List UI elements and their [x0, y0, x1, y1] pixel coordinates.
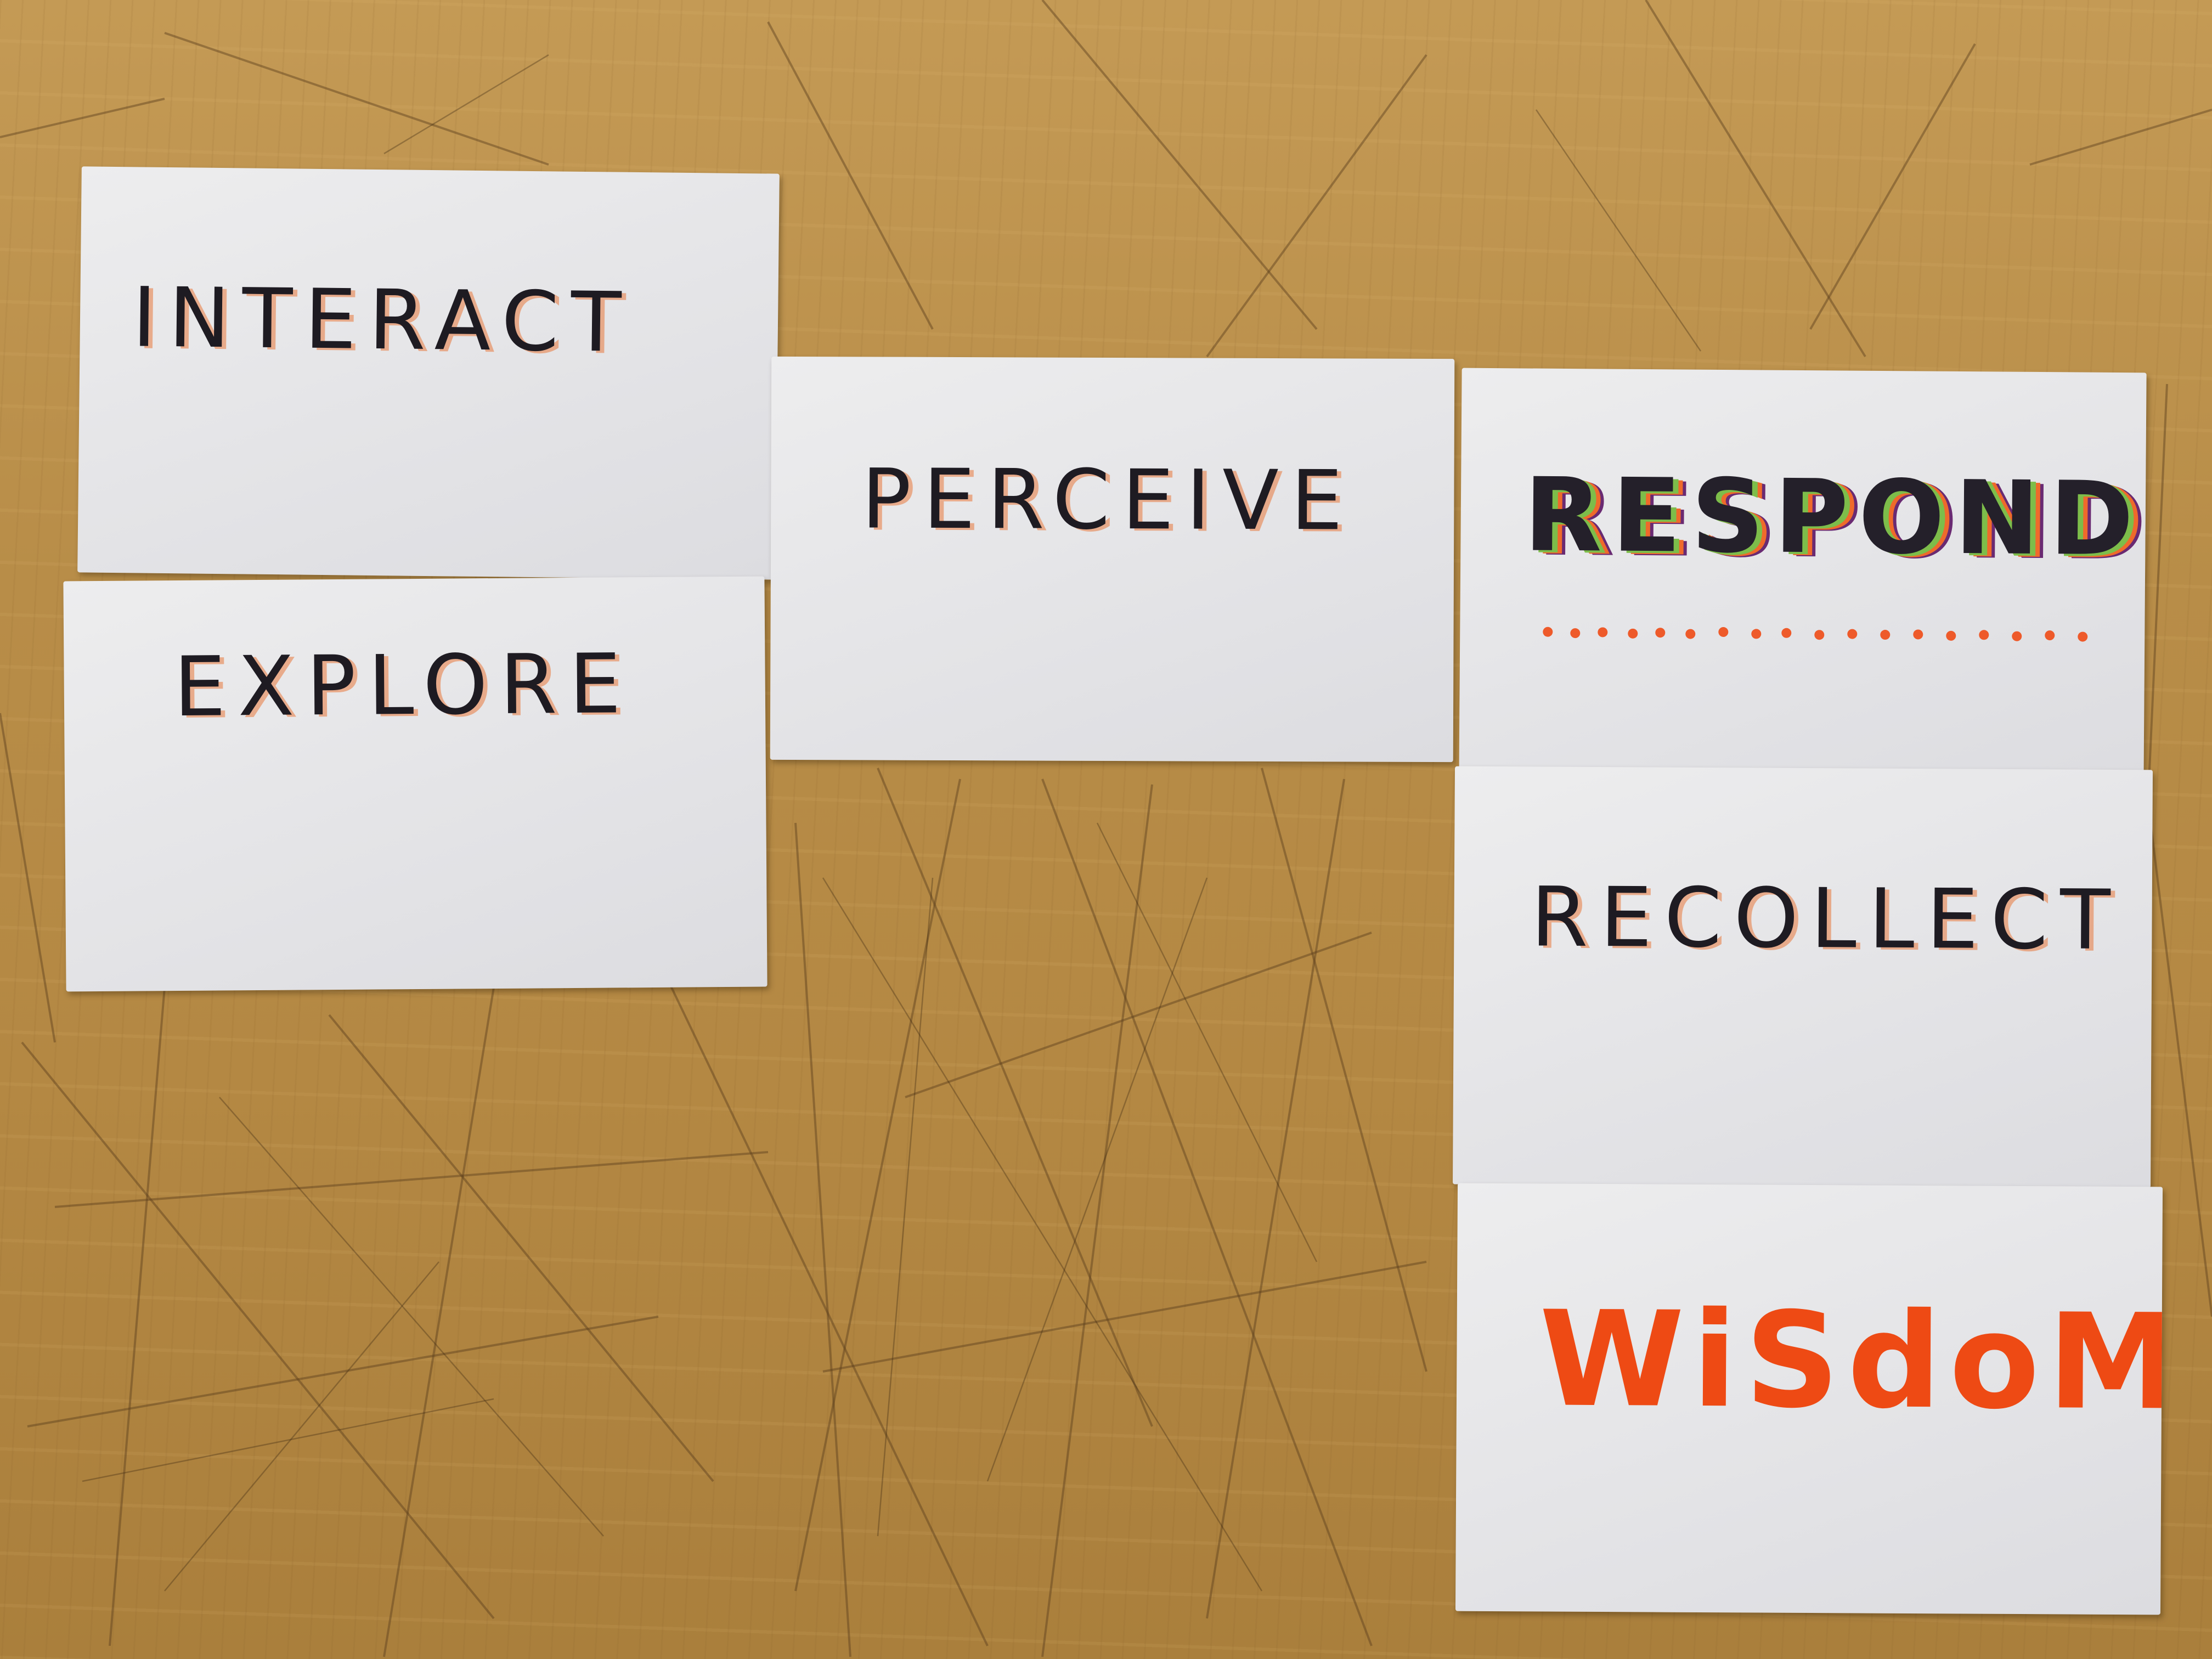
card-perceive-word: PERCEIVE [861, 452, 1355, 549]
card-wisdom[interactable]: WiSdoM [1455, 1183, 2163, 1615]
card-respond-word: RESPOND [1523, 455, 2144, 579]
card-explore-word: EXPLORE [173, 636, 634, 736]
card-perceive[interactable]: PERCEIVE [770, 356, 1455, 763]
card-interact-word: INTERACT [132, 270, 634, 371]
card-wisdom-word: WiSdoM [1538, 1282, 2163, 1440]
card-recollect[interactable]: RECOLLECT [1453, 766, 2153, 1188]
card-explore[interactable]: EXPLORE [63, 576, 768, 992]
card-interact[interactable]: INTERACT [77, 166, 780, 580]
card-respond[interactable]: RESPOND [1459, 368, 2147, 787]
respond-dotted-underline [1543, 627, 2088, 642]
card-recollect-word: RECOLLECT [1531, 870, 2123, 969]
